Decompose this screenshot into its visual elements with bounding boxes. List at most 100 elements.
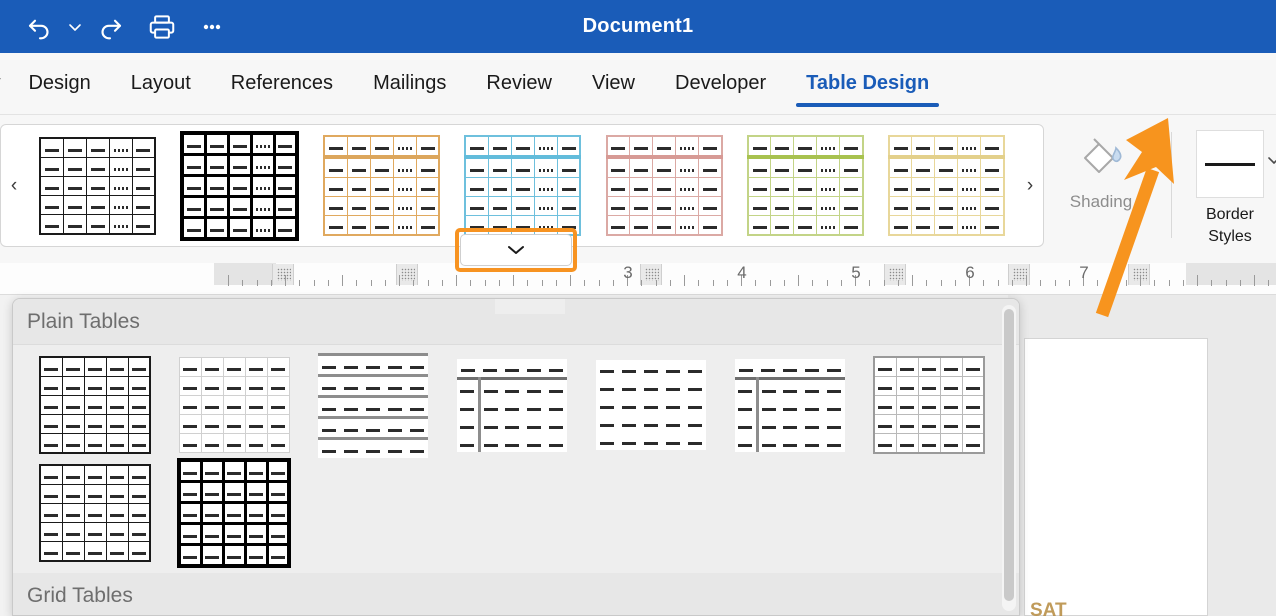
dropdown-gallery-item[interactable] [452, 357, 572, 453]
thumb-cell-dash [205, 425, 219, 428]
tab-design[interactable]: Design [8, 53, 110, 115]
plain-table-6[interactable] [735, 358, 845, 452]
thumb-cell-dash [366, 428, 380, 432]
thumb-cell-dash [916, 226, 931, 229]
thumb-cell-dash [183, 425, 197, 428]
dropdown-gallery-item[interactable] [174, 357, 294, 453]
tab-review[interactable]: Review [466, 53, 572, 115]
ruler-tick [356, 280, 357, 286]
thumb-cell [545, 416, 567, 434]
thumb-cell [272, 173, 299, 198]
ruler-column-handle[interactable] [640, 264, 662, 285]
table-style-yellow[interactable] [887, 135, 1005, 236]
thumb-cell-dash [622, 406, 636, 409]
dropdown-gallery-item[interactable] [869, 356, 989, 454]
gallery-prev-icon[interactable]: ‹ [1, 125, 27, 246]
document-page[interactable] [1024, 338, 1208, 616]
thumb-cell [662, 432, 684, 450]
plain-table-8[interactable] [39, 464, 151, 562]
thumb-cell-dash [255, 186, 270, 190]
tab-view[interactable]: View [572, 53, 655, 115]
thumb-cell [406, 438, 428, 458]
ruler-tick [955, 280, 956, 286]
thumb-cell-dash [939, 207, 954, 210]
thumb-cell [487, 196, 512, 216]
dropdown-gallery-item[interactable] [35, 464, 155, 562]
thumb-cell [108, 137, 133, 158]
tab-layout[interactable]: Layout [111, 53, 211, 115]
thumb-cell [265, 458, 291, 483]
horizontal-ruler[interactable]: 3 4 5 6 7 [0, 263, 1276, 295]
thumb-cell [662, 414, 684, 432]
tab-developer[interactable]: Developer [655, 53, 786, 115]
plain-table-5[interactable] [596, 360, 706, 450]
tab-table-design[interactable]: Table Design [786, 53, 949, 115]
table-style-orange[interactable] [323, 135, 441, 236]
tab-write[interactable]: w [0, 53, 8, 115]
tab-mailings[interactable]: Mailings [353, 53, 466, 115]
ruler-tick [399, 275, 400, 286]
thumb-cell [457, 415, 481, 434]
ruler-tick [371, 280, 372, 286]
plain-table-4[interactable] [457, 358, 567, 452]
thumb-cell [501, 359, 523, 379]
dropdown-gallery-item[interactable] [313, 352, 433, 458]
table-style-red[interactable] [605, 135, 723, 236]
thumb-cell-dash [549, 425, 563, 429]
dropdown-gallery-item[interactable] [730, 357, 850, 453]
thumb-cell-dash [420, 226, 435, 229]
border-style-swatch[interactable] [1196, 130, 1264, 198]
thumb-cell [873, 433, 897, 454]
thumb-cell [793, 156, 818, 178]
plain-table-3[interactable] [318, 352, 428, 458]
thumb-cell [917, 433, 941, 454]
plain-table-9[interactable] [177, 458, 291, 568]
ruler-column-handle[interactable] [884, 264, 906, 285]
ruler-tick [898, 280, 899, 286]
table-styles-more-button[interactable] [460, 234, 572, 266]
plain-table-7[interactable] [873, 356, 985, 454]
table-style-grid-bold[interactable] [180, 130, 300, 241]
dropdown-scrollbar-thumb[interactable] [1004, 309, 1014, 601]
thumb-cell [131, 175, 156, 196]
dropdown-gallery-item[interactable] [35, 356, 155, 454]
plain-tables-row-2 [13, 453, 1019, 568]
thumb-cell [533, 156, 558, 178]
table-style-grid-plain[interactable] [39, 136, 157, 235]
thumb-cell-dash [351, 169, 366, 172]
dropdown-gallery-item[interactable] [591, 357, 711, 453]
thumb-cell-dash [611, 169, 626, 172]
ruler-column-handle[interactable] [1128, 264, 1150, 285]
gallery-next-icon[interactable]: › [1017, 125, 1043, 246]
thumb-cell [369, 156, 394, 178]
thumb-cell [392, 215, 417, 236]
plain-table-2[interactable] [178, 357, 290, 453]
dropdown-gallery-item[interactable] [174, 458, 294, 568]
dropdown-scrollbar[interactable] [1002, 305, 1016, 611]
thumb-cell-dash [600, 442, 614, 445]
table-style-blue[interactable] [464, 135, 582, 236]
thumb-cell-dash [821, 226, 836, 229]
shading-button[interactable]: Shading [1058, 132, 1144, 242]
thumb-cell [618, 378, 640, 396]
thumb-cell [177, 480, 203, 504]
thumb-cell-dash [66, 368, 80, 371]
ruler-tick [727, 280, 728, 286]
thumb-cell-dash [249, 472, 263, 475]
thumb-cell [533, 215, 558, 236]
thumb-cell [406, 375, 428, 396]
thumb-cell [823, 398, 845, 416]
table-style-green[interactable] [746, 135, 864, 236]
thumb-cell [735, 397, 759, 416]
ruler-tick [570, 275, 571, 286]
ruler-column-handle[interactable] [272, 264, 294, 285]
tab-references[interactable]: References [211, 53, 353, 115]
thumb-cell-dash [916, 169, 931, 172]
border-styles-chevron-down-icon[interactable] [1266, 152, 1276, 172]
thumb-cell [105, 376, 129, 396]
ruler-tick [385, 280, 386, 286]
ruler-tick [584, 280, 585, 286]
thumb-cell-dash [186, 207, 201, 211]
plain-table-1[interactable] [39, 356, 151, 454]
border-styles-button[interactable]: Border Styles [1184, 130, 1276, 250]
